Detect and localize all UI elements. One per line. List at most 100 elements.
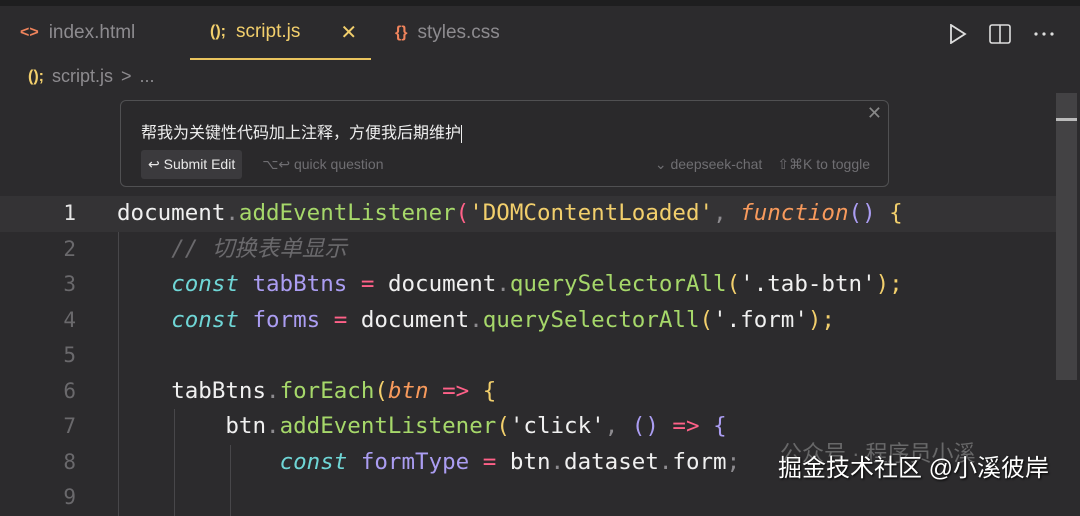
tab-index-html[interactable]: <> index.html <box>20 6 135 60</box>
code-token: document <box>360 306 470 333</box>
code-token: '.tab-btn' <box>740 271 876 297</box>
code-line[interactable]: 1 document.addEventListener('DOMContentLo… <box>0 196 1056 232</box>
indent-guide <box>174 480 175 516</box>
code-text: const formType = btn.dataset.form; <box>117 445 741 481</box>
code-token: . <box>469 306 483 333</box>
html-file-icon: <> <box>20 24 39 41</box>
code-token: () <box>848 200 876 226</box>
code-token: btn <box>387 377 429 404</box>
scroll-position-marker <box>1056 118 1077 121</box>
code-token: => <box>428 377 483 404</box>
close-tab-icon[interactable]: ✕ <box>340 20 357 45</box>
code-token: . <box>550 448 565 475</box>
code-token: () <box>631 413 659 439</box>
code-token: function <box>740 200 849 226</box>
code-text: // 切换表单显示 <box>117 232 347 268</box>
code-line[interactable]: 5 <box>0 338 1056 374</box>
js-file-icon: (); <box>210 23 226 40</box>
code-text: document.addEventListener('DOMContentLoa… <box>117 196 903 232</box>
code-line[interactable]: 4 const forms = document.querySelectorAl… <box>0 302 1056 339</box>
code-token: . <box>266 377 280 404</box>
code-line[interactable]: 6 tabBtns.forEach(btn => { <box>0 373 1056 409</box>
code-token: 'DOMContentLoaded' <box>469 200 714 226</box>
watermark-line2: 掘金技术社区 @小溪彼岸 <box>778 455 1050 482</box>
line-number: 2 <box>63 236 76 261</box>
tab-label: script.js <box>235 21 301 42</box>
code-token: ; <box>726 448 741 475</box>
code-token: document <box>117 200 226 226</box>
text-caret <box>461 124 463 143</box>
code-line[interactable]: 9 <box>0 480 1056 516</box>
indent-guide <box>118 480 119 516</box>
line-number: 5 <box>63 343 76 367</box>
tab-script-js[interactable]: (); script.js ✕ <box>190 6 372 60</box>
code-token: form <box>672 448 727 475</box>
code-token: , <box>604 413 632 439</box>
indent-guide <box>230 480 231 516</box>
code-token: ( <box>699 306 714 333</box>
css-file-icon: {} <box>395 24 408 41</box>
code-token: // 切换表单显示 <box>171 235 347 262</box>
tab-bar: <> index.html (); script.js ✕ {} styles.… <box>0 6 1080 60</box>
code-token: btn <box>509 448 551 475</box>
more-icon[interactable] <box>1033 31 1055 37</box>
breadcrumb-separator: > <box>121 66 132 86</box>
tab-label: index.html <box>48 22 136 43</box>
close-icon[interactable]: ✕ <box>867 103 882 124</box>
code-token: => <box>658 413 714 439</box>
js-file-icon: (); <box>28 67 44 85</box>
quick-question-button[interactable]: ⌥↩ quick question <box>262 156 383 173</box>
code-token: . <box>496 271 510 297</box>
tab-styles-css[interactable]: {} styles.css <box>395 6 500 60</box>
scrollbar[interactable] <box>1056 93 1077 380</box>
code-token: ( <box>496 413 510 439</box>
code-token: ); <box>875 271 903 297</box>
line-number: 1 <box>63 201 76 225</box>
code-token: const <box>171 306 239 333</box>
code-token: btn <box>225 413 267 439</box>
code-line[interactable]: 2 // 切换表单显示 <box>0 231 1056 268</box>
code-token: dataset <box>564 448 659 475</box>
code-token: const <box>171 271 239 297</box>
code-token: . <box>658 448 673 475</box>
line-number: 6 <box>63 378 76 403</box>
split-editor-icon[interactable] <box>989 24 1011 44</box>
code-text: const forms = document.querySelectorAll(… <box>117 303 835 339</box>
indent-guide <box>118 338 119 374</box>
code-token: '.form' <box>713 306 808 333</box>
code-token: = <box>347 271 388 297</box>
code-token: ( <box>726 271 741 297</box>
code-token: 'click' <box>509 413 605 439</box>
model-select[interactable]: ⌄ deepseek-chat <box>655 156 762 173</box>
code-token: { <box>482 377 497 404</box>
code-token: addEventListener <box>238 200 456 226</box>
inline-edit-prompt: 帮我为关键性代码加上注释，方便我后期维护 ✕ ↩ Submit Edit ⌥↩ … <box>120 100 889 187</box>
breadcrumb-file[interactable]: script.js <box>52 66 113 87</box>
breadcrumb-more[interactable]: ... <box>140 66 155 87</box>
breadcrumb: (); script.js > ... <box>28 66 155 87</box>
code-token: { <box>875 200 903 226</box>
toggle-hint: ⇧⌘K to toggle <box>777 155 870 172</box>
code-token: forEach <box>279 377 375 404</box>
submit-edit-button[interactable]: ↩ Submit Edit <box>141 149 243 179</box>
code-token: querySelectorAll <box>509 271 727 297</box>
code-token: ( <box>374 377 388 404</box>
code-token: . <box>225 200 239 226</box>
run-icon[interactable] <box>949 24 967 44</box>
code-token: ( <box>455 200 470 226</box>
code-line[interactable]: 3 const tabBtns = document.querySelector… <box>0 267 1056 303</box>
prompt-input[interactable]: 帮我为关键性代码加上注释，方便我后期维护 <box>141 119 463 143</box>
code-token: tabBtns <box>252 271 348 297</box>
code-token: . <box>266 413 280 439</box>
line-number: 4 <box>63 307 76 332</box>
code-token: tabBtns <box>171 377 267 404</box>
